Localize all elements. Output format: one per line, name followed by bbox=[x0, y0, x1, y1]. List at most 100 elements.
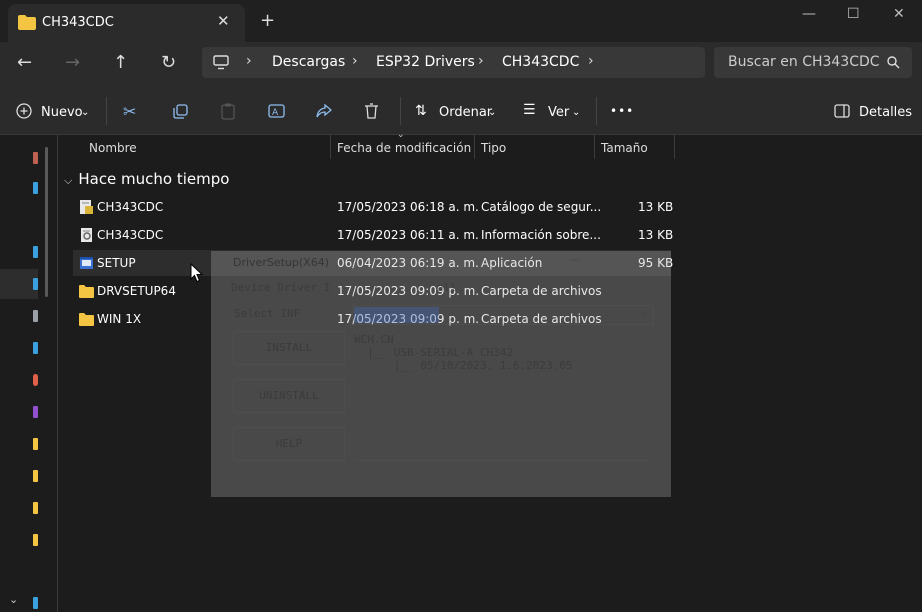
column-header-name[interactable]: Nombre bbox=[89, 141, 137, 165]
address-bar[interactable]: › Descargas › ESP32 Drivers › CH343CDC › bbox=[202, 47, 705, 78]
column-divider[interactable] bbox=[474, 135, 475, 159]
file-name: DRVSETUP64 bbox=[97, 284, 176, 298]
chevron-down-icon: ⌄ bbox=[640, 307, 649, 318]
chevron-right-icon[interactable]: › bbox=[588, 53, 594, 69]
tab-ch343cdc[interactable]: CH343CDC ✕ bbox=[8, 4, 245, 42]
column-header-type[interactable]: Tipo bbox=[481, 141, 506, 165]
folder-icon bbox=[18, 15, 36, 30]
title-bar: CH343CDC ✕ + — ☐ ✕ bbox=[0, 0, 922, 42]
uninstall-button[interactable]: UNINSTALL bbox=[233, 379, 345, 413]
computer-icon bbox=[213, 55, 229, 70]
inf-select[interactable]: ⌄ bbox=[352, 305, 654, 325]
dialog-divider bbox=[354, 460, 651, 461]
chevron-down-icon: ⌄ bbox=[488, 107, 497, 118]
minimize-button[interactable]: — bbox=[802, 6, 816, 22]
folder-icon[interactable] bbox=[33, 470, 38, 482]
column-header-date[interactable]: Fecha de modificación bbox=[337, 141, 471, 165]
mouse-cursor-icon bbox=[190, 263, 203, 283]
tab-close-icon[interactable]: ✕ bbox=[217, 12, 230, 30]
share-icon[interactable] bbox=[316, 103, 332, 119]
new-tab-button[interactable]: + bbox=[260, 12, 275, 30]
install-label: INSTALL bbox=[265, 341, 313, 354]
cut-icon[interactable]: ✂ bbox=[123, 102, 136, 121]
chevron-right-icon: › bbox=[352, 53, 358, 69]
folder-icon bbox=[79, 285, 94, 298]
back-button[interactable]: ← bbox=[17, 52, 32, 73]
group-header[interactable]: ⌵ Hace mucho tiempo bbox=[64, 170, 229, 188]
nav-item-icon[interactable] bbox=[33, 182, 38, 194]
details-button[interactable]: Detalles bbox=[859, 105, 912, 120]
chevron-down-icon: ⌵ bbox=[64, 174, 73, 187]
new-button[interactable]: Nuevo bbox=[41, 105, 83, 120]
file-type: Información sobre... bbox=[481, 228, 601, 242]
inf-select-highlight bbox=[354, 307, 439, 323]
nav-item-icon[interactable] bbox=[33, 246, 38, 258]
dialog-minimize-button[interactable]: — bbox=[569, 253, 580, 266]
forward-button[interactable]: → bbox=[65, 52, 80, 73]
divider bbox=[400, 97, 401, 125]
svg-text:A: A bbox=[272, 108, 279, 118]
tab-title: CH343CDC bbox=[42, 15, 114, 30]
copy-icon[interactable] bbox=[173, 104, 188, 119]
folder-icon[interactable] bbox=[33, 534, 38, 546]
new-plus-icon bbox=[16, 103, 32, 119]
file-row[interactable]: CH343CDC 17/05/2023 06:11 a. m. Informac… bbox=[73, 222, 673, 248]
column-divider[interactable] bbox=[594, 135, 595, 159]
breadcrumb-esp32-drivers[interactable]: ESP32 Drivers bbox=[376, 54, 475, 70]
chevron-down-icon[interactable]: ⌄ bbox=[9, 593, 18, 606]
folder-icon[interactable] bbox=[33, 502, 38, 514]
nav-item-icon[interactable] bbox=[33, 278, 38, 290]
refresh-button[interactable]: ↻ bbox=[161, 52, 176, 73]
scrollbar[interactable] bbox=[45, 147, 48, 297]
help-button[interactable]: HELP bbox=[233, 427, 345, 461]
file-row[interactable]: CH343CDC 17/05/2023 06:18 a. m. Catálogo… bbox=[73, 194, 673, 220]
paste-icon[interactable] bbox=[221, 103, 235, 120]
file-date: 17/05/2023 06:11 a. m. bbox=[337, 228, 479, 242]
column-header-size[interactable]: Tamaño bbox=[601, 141, 648, 165]
application-icon bbox=[80, 257, 93, 269]
details-pane-icon bbox=[834, 104, 850, 118]
divider bbox=[596, 97, 597, 125]
dialog-heading: Device Driver I bbox=[231, 281, 331, 294]
dialog-title: DriverSetup(X64) bbox=[233, 256, 329, 269]
file-type: Catálogo de segur... bbox=[481, 200, 602, 214]
search-input[interactable]: Buscar en CH343CDC bbox=[714, 47, 912, 78]
navigation-pane[interactable]: ⌄ bbox=[0, 135, 58, 612]
divider bbox=[106, 97, 107, 125]
column-divider[interactable] bbox=[330, 135, 331, 159]
view-button[interactable]: Ver bbox=[548, 105, 569, 120]
nav-item-icon[interactable] bbox=[33, 597, 38, 609]
breadcrumb-descargas[interactable]: Descargas bbox=[272, 54, 345, 70]
dialog-heading-tail: all bbox=[437, 281, 457, 294]
more-options-button[interactable]: ••• bbox=[610, 104, 634, 118]
up-button[interactable]: ↑ bbox=[113, 52, 128, 73]
nav-item-icon[interactable] bbox=[33, 152, 38, 164]
uninstall-label: UNINSTALL bbox=[259, 389, 319, 402]
close-window-button[interactable]: ✕ bbox=[893, 6, 905, 22]
nav-item-icon[interactable] bbox=[33, 310, 38, 322]
column-divider[interactable] bbox=[674, 135, 675, 159]
driver-setup-dialog[interactable]: DriverSetup(X64) — Device Driver I all S… bbox=[211, 251, 671, 497]
setup-info-icon bbox=[81, 228, 92, 242]
sort-button[interactable]: Ordenar bbox=[439, 105, 492, 120]
breadcrumb-ch343cdc[interactable]: CH343CDC bbox=[502, 54, 579, 70]
folder-icon bbox=[79, 313, 94, 326]
install-button[interactable]: INSTALL bbox=[233, 331, 345, 365]
delete-icon[interactable] bbox=[364, 103, 379, 119]
view-icon: ☰ bbox=[523, 102, 536, 118]
file-name: CH343CDC bbox=[97, 228, 164, 242]
rename-icon[interactable]: A bbox=[268, 103, 285, 119]
nav-item-icon[interactable] bbox=[33, 406, 38, 418]
chevron-right-icon: › bbox=[478, 53, 484, 69]
group-label: Hace mucho tiempo bbox=[78, 170, 230, 188]
folder-icon[interactable] bbox=[33, 438, 38, 450]
security-catalog-icon bbox=[80, 200, 93, 214]
chevron-down-icon: ⌄ bbox=[572, 107, 581, 118]
nav-item-icon[interactable] bbox=[33, 374, 38, 386]
search-placeholder: Buscar en CH343CDC bbox=[728, 54, 880, 70]
nav-item-icon[interactable] bbox=[33, 342, 38, 354]
driver-info-text: WCH.CN |__ USB-SERIAL-A CH342 |__ 05/10/… bbox=[354, 333, 573, 372]
sort-indicator-icon: ⌄ bbox=[397, 130, 405, 140]
maximize-button[interactable]: ☐ bbox=[847, 6, 860, 22]
file-date: 17/05/2023 06:18 a. m. bbox=[337, 200, 479, 214]
